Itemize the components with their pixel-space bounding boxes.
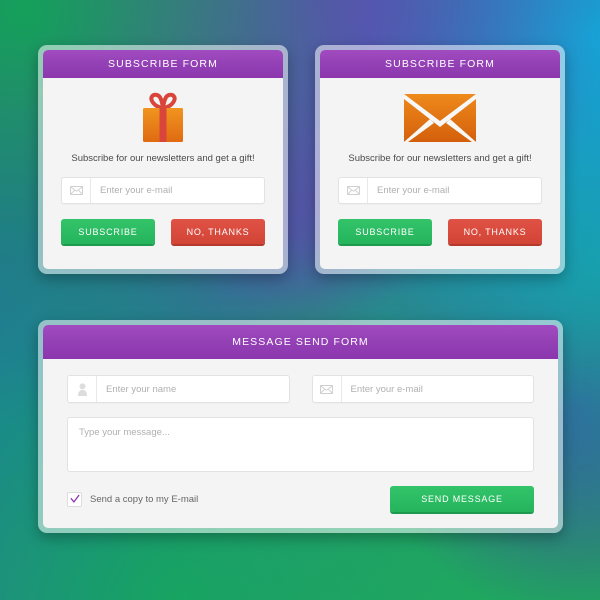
checkbox-box[interactable] (67, 491, 82, 507)
subscribe-gift-card: SUBSCRIBE FORM Subscribe for our newslet… (38, 45, 288, 274)
subscribe-mail-card-title: SUBSCRIBE FORM (320, 50, 560, 78)
subscribe-gift-card-title: SUBSCRIBE FORM (43, 50, 283, 78)
subscribe-mail-button-row: SUBSCRIBE NO, THANKS (338, 219, 542, 244)
subscribe-button-mail[interactable]: SUBSCRIBE (338, 219, 432, 244)
subscribe-mail-card: SUBSCRIBE FORM Subscribe for our newslet… (315, 45, 565, 274)
message-top-row (67, 375, 534, 403)
gift-icon (61, 92, 265, 144)
message-footer: Send a copy to my E-mail SEND MESSAGE (67, 486, 534, 512)
message-textarea[interactable] (68, 418, 533, 471)
email-input-gift[interactable] (91, 178, 264, 203)
email-field-gift[interactable] (61, 177, 265, 204)
envelope-icon (62, 178, 91, 203)
email-field-message[interactable] (311, 375, 534, 403)
send-copy-checkbox[interactable]: Send a copy to my E-mail (67, 491, 199, 507)
subscribe-mail-card-body: Subscribe for our newsletters and get a … (320, 78, 560, 269)
send-copy-label: Send a copy to my E-mail (90, 493, 199, 505)
envelope-icon (313, 376, 342, 402)
check-icon (70, 494, 79, 503)
envelope-icon (338, 92, 542, 144)
no-thanks-button-mail[interactable]: NO, THANKS (448, 219, 542, 244)
subscribe-gift-subtitle: Subscribe for our newsletters and get a … (71, 153, 255, 164)
email-input-mail[interactable] (368, 178, 541, 203)
envelope-icon (339, 178, 368, 203)
card-inner: MESSAGE SEND FORM Enter your name Enter … (43, 325, 558, 528)
email-field-mail[interactable] (338, 177, 542, 204)
subscribe-gift-button-row: SUBSCRIBE NO, THANKS (61, 219, 265, 244)
name-input[interactable] (97, 376, 289, 402)
subscribe-gift-card-body: Subscribe for our newsletters and get a … (43, 78, 283, 269)
name-field[interactable] (67, 375, 290, 403)
message-send-card: MESSAGE SEND FORM Enter your name Enter … (38, 320, 563, 533)
subscribe-mail-subtitle: Subscribe for our newsletters and get a … (348, 153, 532, 164)
message-send-card-title: MESSAGE SEND FORM (43, 325, 558, 359)
message-send-card-body: Send a copy to my E-mail SEND MESSAGE (43, 359, 558, 512)
card-inner: SUBSCRIBE FORM Subscribe for our newslet… (43, 50, 283, 269)
subscribe-button-gift[interactable]: SUBSCRIBE (61, 219, 155, 244)
card-inner: SUBSCRIBE FORM Subscribe for our newslet… (320, 50, 560, 269)
no-thanks-button-gift[interactable]: NO, THANKS (171, 219, 265, 244)
email-input-message[interactable] (341, 376, 533, 402)
send-message-button[interactable]: SEND MESSAGE (390, 486, 534, 512)
user-icon (68, 376, 97, 402)
message-textarea-wrapper[interactable] (67, 417, 534, 472)
